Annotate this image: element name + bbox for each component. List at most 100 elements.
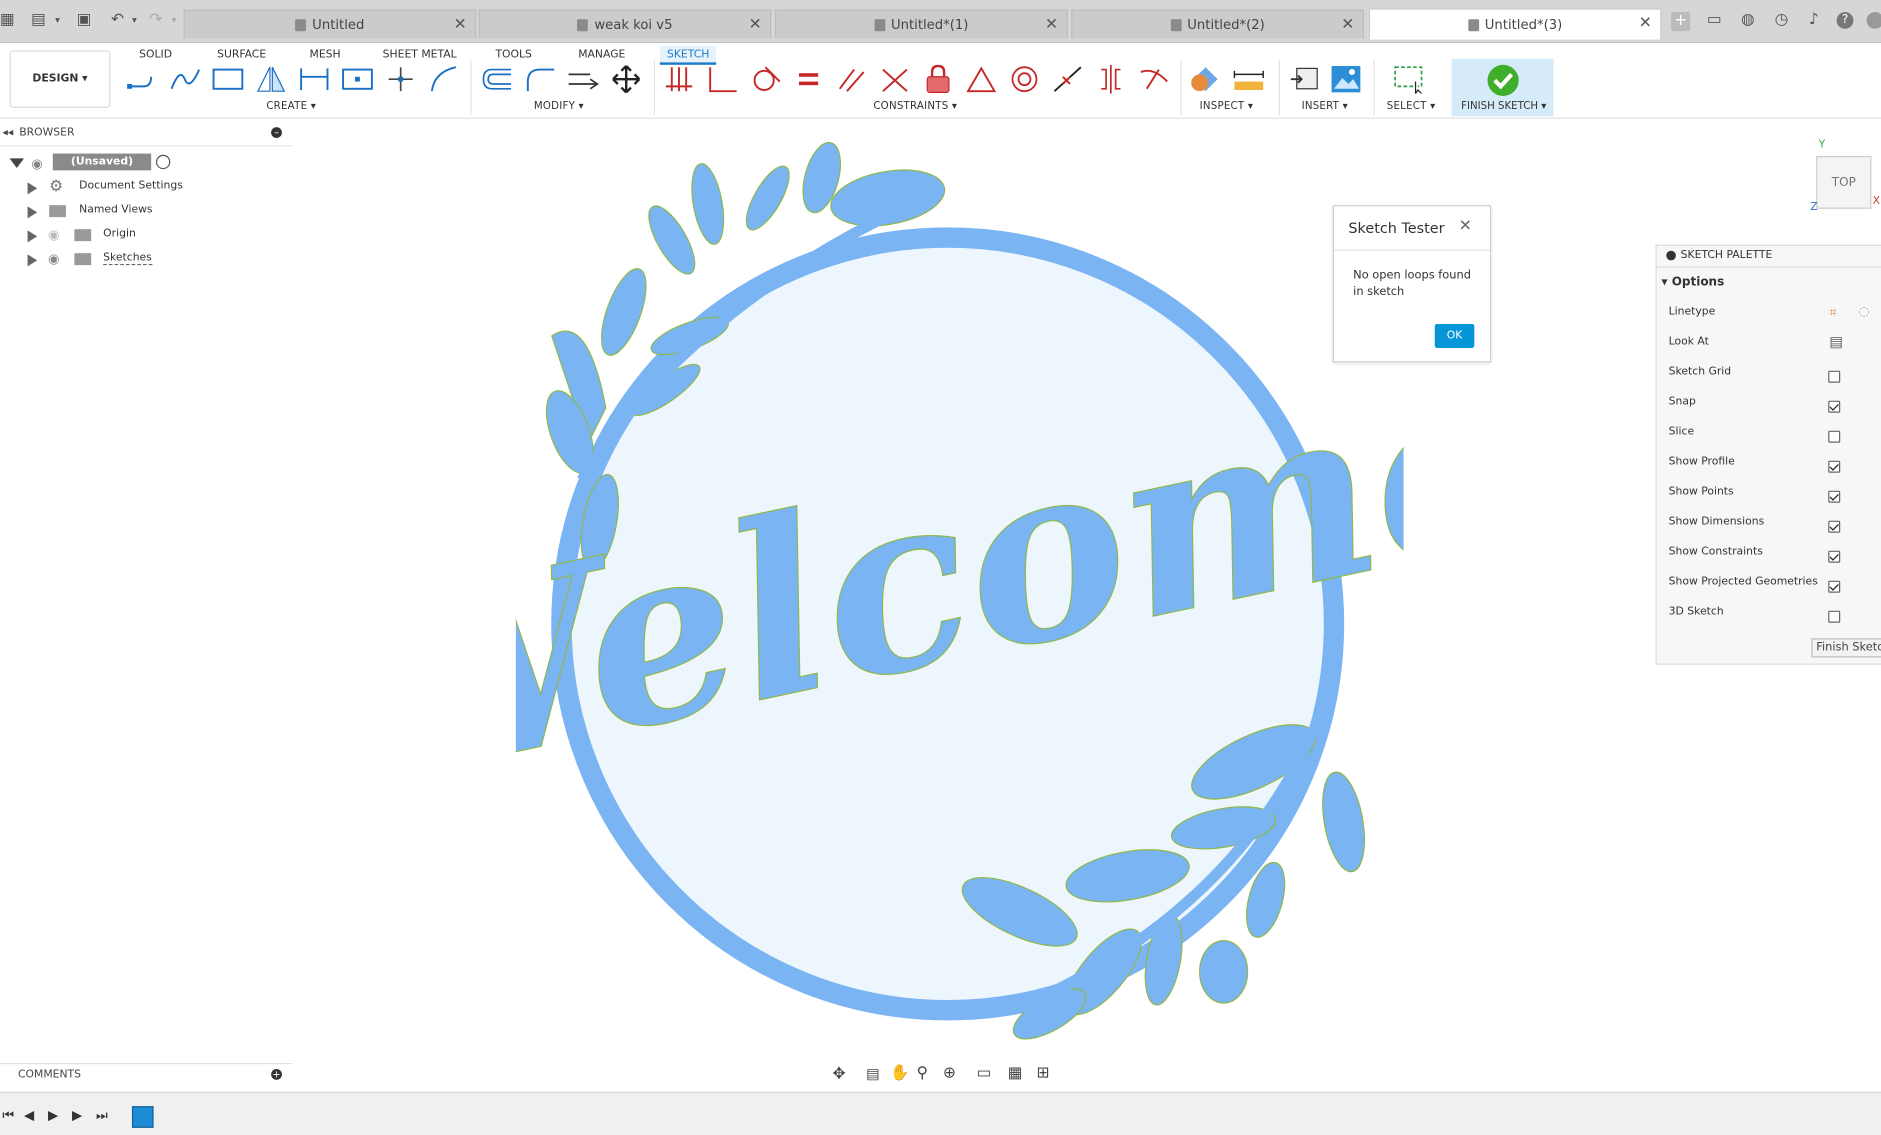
look-at-icon[interactable]: ▤ (1829, 334, 1843, 351)
browser-item-named-views[interactable]: Named Views (0, 199, 293, 223)
pan-icon[interactable]: ✋ (890, 1064, 909, 1082)
coincident-constraint-icon[interactable] (662, 65, 696, 94)
chevron-down-icon[interactable]: ▾ (125, 11, 144, 30)
bell-icon[interactable]: ♪ (1804, 11, 1823, 30)
minimize-icon[interactable]: – (271, 127, 282, 138)
interference-icon[interactable] (1189, 65, 1223, 94)
close-icon[interactable]: ✕ (1639, 14, 1652, 32)
tab-untitled[interactable]: Untitled ✕ (183, 9, 477, 39)
finish-sketch-button[interactable]: FINISH SKETCH ▾ (1451, 58, 1554, 117)
app-grid-icon[interactable]: ▦ (0, 11, 17, 30)
show-constraints-checkbox[interactable] (1828, 550, 1841, 563)
grid-settings-icon[interactable]: ▦ (1008, 1064, 1023, 1082)
go-to-start-icon[interactable]: ⏮ (2, 1107, 14, 1124)
select-window-icon[interactable] (1393, 65, 1427, 94)
step-back-icon[interactable]: ◀ (24, 1107, 34, 1123)
fillet-icon[interactable] (523, 65, 557, 94)
arc-icon[interactable] (427, 65, 461, 94)
add-comment-icon[interactable]: + (271, 1069, 282, 1080)
minimize-icon[interactable] (1666, 250, 1676, 261)
redo-icon[interactable]: ↷ (146, 11, 165, 30)
symmetry-icon[interactable] (1094, 64, 1128, 94)
concentric-icon[interactable] (1008, 65, 1042, 94)
point-icon[interactable] (384, 65, 418, 94)
close-icon[interactable]: ✕ (749, 16, 762, 34)
parallel-icon[interactable] (835, 65, 869, 94)
create-menu[interactable]: CREATE ▾ (266, 101, 316, 113)
orbit-icon[interactable]: ✥ (833, 1065, 846, 1083)
center-rectangle-icon[interactable] (341, 65, 375, 94)
rectangle-icon[interactable] (211, 65, 245, 94)
job-status-icon[interactable]: ▭ (1705, 11, 1724, 30)
insert-menu[interactable]: INSERT ▾ (1302, 101, 1348, 113)
workspace-switcher[interactable]: DESIGN ▾ (9, 50, 111, 108)
tab-untitled-2[interactable]: Untitled*(2) ✕ (1071, 9, 1364, 39)
slice-checkbox[interactable] (1828, 430, 1841, 443)
file-menu-icon[interactable]: ▤ (29, 11, 48, 30)
help-icon[interactable]: ? (1836, 11, 1854, 29)
inspect-menu[interactable]: INSPECT ▾ (1200, 101, 1254, 113)
3d-sketch-checkbox[interactable] (1828, 610, 1841, 623)
show-dimensions-checkbox[interactable] (1828, 520, 1841, 533)
triangle-constraint-icon[interactable] (964, 65, 998, 94)
tab-mesh[interactable]: MESH (302, 46, 348, 65)
expand-triangle-icon[interactable] (27, 206, 38, 219)
equal-icon[interactable] (792, 65, 826, 94)
tab-untitled-3[interactable]: Untitled*(3) ✕ (1368, 8, 1662, 40)
tab-surface[interactable]: SURFACE (210, 46, 273, 65)
tab-untitled-1[interactable]: Untitled*(1) ✕ (774, 9, 1068, 39)
viewports-icon[interactable]: ⊞ (1036, 1064, 1049, 1082)
line-icon[interactable] (125, 65, 159, 94)
show-points-checkbox[interactable] (1828, 490, 1841, 503)
zoom-icon[interactable]: ⚲ (917, 1064, 928, 1082)
new-tab-icon[interactable]: + (1671, 11, 1691, 32)
centerline-icon[interactable]: ◌ (1858, 304, 1870, 320)
close-icon[interactable]: ✕ (1341, 16, 1354, 34)
tangent-icon[interactable] (749, 65, 783, 94)
close-icon[interactable]: ✕ (1459, 217, 1472, 235)
close-icon[interactable]: ✕ (1045, 16, 1058, 34)
expand-triangle-icon[interactable] (27, 254, 38, 267)
spline-icon[interactable] (168, 65, 202, 94)
browser-item-root[interactable]: ◉ (Unsaved) (0, 151, 293, 175)
perpendicular-icon[interactable] (705, 65, 739, 94)
save-icon[interactable]: ▣ (74, 11, 93, 30)
mirror-icon[interactable] (254, 65, 288, 94)
snap-checkbox[interactable] (1828, 400, 1841, 413)
expand-triangle-icon[interactable] (27, 230, 38, 243)
sketch-grid-checkbox[interactable] (1828, 370, 1841, 383)
measure-icon[interactable] (1232, 65, 1266, 94)
midpoint-icon[interactable] (1051, 65, 1085, 94)
collapse-triangle-icon[interactable] (9, 158, 24, 174)
show-projected-geometries-checkbox[interactable] (1828, 580, 1841, 593)
sketch-canvas[interactable]: Welcome (516, 132, 1404, 1080)
timeline-sketch-feature[interactable] (131, 1106, 154, 1128)
activate-radio-icon[interactable] (155, 154, 171, 170)
viewcube[interactable]: TOP (1816, 155, 1872, 209)
construction-linetype-icon[interactable]: ⌗ (1829, 305, 1836, 322)
avatar[interactable] (1866, 11, 1881, 29)
lock-icon[interactable] (921, 64, 955, 94)
eye-icon[interactable]: ◉ (31, 156, 43, 172)
show-profile-checkbox[interactable] (1828, 460, 1841, 473)
tab-sheet-metal[interactable]: SHEET METAL (375, 46, 463, 65)
eye-hidden-icon[interactable]: ◉ (48, 227, 60, 243)
close-icon[interactable]: ✕ (454, 16, 467, 34)
tab-tools[interactable]: TOOLS (488, 46, 539, 65)
collinear-icon[interactable] (878, 65, 912, 94)
look-at-nav-icon[interactable]: ▤ (866, 1065, 880, 1082)
canvas-image-icon[interactable] (1329, 65, 1363, 94)
extensions-icon[interactable]: ◍ (1738, 11, 1757, 30)
offset-icon[interactable] (480, 65, 514, 94)
go-to-end-icon[interactable]: ⏭ (96, 1107, 108, 1124)
insert-derive-icon[interactable] (1287, 65, 1321, 94)
tab-manage[interactable]: MANAGE (571, 46, 633, 65)
chevron-down-icon[interactable]: ▾ (164, 11, 183, 30)
display-settings-icon[interactable]: ▭ (976, 1064, 991, 1082)
fit-icon[interactable]: ⊕ (943, 1064, 956, 1082)
dimension-icon[interactable] (298, 65, 332, 94)
eye-icon[interactable]: ◉ (48, 251, 60, 267)
ok-button[interactable]: OK (1434, 323, 1475, 348)
tab-solid[interactable]: SOLID (132, 46, 179, 65)
options-section[interactable]: ▾ Options (1661, 276, 1724, 289)
